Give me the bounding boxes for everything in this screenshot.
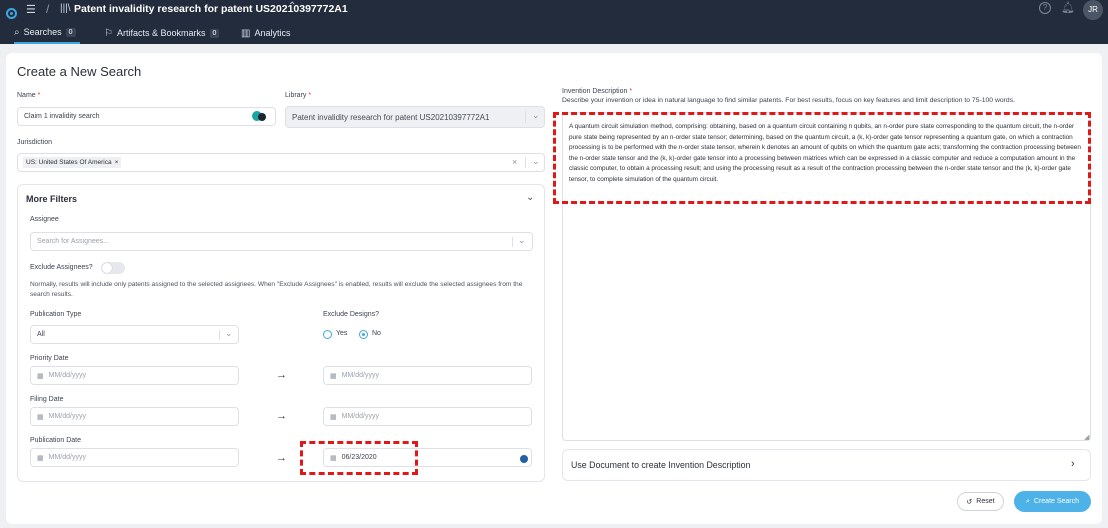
required-mark: * — [629, 88, 633, 95]
app-logo-icon[interactable] — [6, 8, 17, 19]
clear-date-icon[interactable] — [520, 455, 528, 463]
tab-label: Searches — [23, 27, 62, 37]
breadcrumb-separator: / — [46, 2, 50, 16]
tab-analytics[interactable]: ▥ Analytics — [241, 22, 290, 44]
library-icon: |||\ — [60, 3, 71, 14]
calendar-icon: ▦ — [330, 413, 337, 421]
jurisdiction-chip-label: US: United States Of America — [26, 159, 112, 166]
priority-date-from-input[interactable]: ▦ MM/dd/yyyy — [30, 366, 239, 385]
invention-description-hint: Describe your invention or idea in natur… — [562, 97, 1015, 104]
arrow-right-icon: → — [276, 369, 287, 381]
date-placeholder: MM/dd/yyyy — [48, 413, 86, 420]
arrow-right-icon: → — [276, 410, 287, 422]
name-input[interactable]: Claim 1 invalidity search — [17, 107, 276, 126]
library-label: Library * — [285, 92, 311, 99]
publication-type-value: All — [37, 331, 45, 338]
chevron-updown-icon[interactable]: ⌃ — [288, 1, 296, 12]
name-label-text: Name — [17, 92, 36, 99]
tab-badge: 0 — [65, 27, 76, 37]
chart-icon: ▥ — [241, 27, 251, 39]
use-document-label: Use Document to create Invention Descrip… — [571, 460, 751, 470]
library-select[interactable]: Patent invalidity research for patent US… — [285, 106, 545, 128]
publication-type-label: Publication Type — [30, 311, 82, 318]
exclude-designs-no-radio[interactable] — [359, 330, 368, 339]
library-value: Patent invalidity research for patent US… — [292, 112, 490, 122]
tab-label: Artifacts & Bookmarks — [116, 28, 206, 38]
calendar-icon: ▦ — [37, 413, 44, 421]
filing-date-to-input[interactable]: ▦ MM/dd/yyyy — [323, 407, 532, 426]
tab-badge: 0 — [209, 28, 220, 38]
chevron-down-icon[interactable]: ⌄ — [526, 192, 534, 203]
search-icon: ⌕ — [14, 26, 20, 38]
library-title[interactable]: Patent invalidity research for patent US… — [74, 3, 348, 15]
publication-date-label: Publication Date — [30, 437, 81, 444]
title-row: ☰ / |||\ Patent invalidity research for … — [0, 0, 1108, 22]
calendar-icon: ▦ — [330, 372, 337, 380]
reset-icon: ↺ — [966, 498, 973, 506]
chevron-down-icon[interactable]: ⌄ — [518, 235, 526, 246]
create-search-button[interactable]: ⌕ Create Search — [1014, 491, 1091, 512]
assignee-search-input[interactable]: Search for Assignees... — [30, 232, 533, 251]
reset-button[interactable]: ↺ Reset — [957, 492, 1004, 511]
exclude-designs-label: Exclude Designs? — [323, 311, 380, 318]
priority-date-to-input[interactable]: ▦ MM/dd/yyyy — [323, 366, 532, 385]
tab-searches[interactable]: ⌕ Searches 0 — [14, 22, 80, 44]
ai-assist-icon[interactable] — [252, 110, 270, 122]
assignee-label: Assignee — [30, 216, 59, 223]
date-placeholder: MM/dd/yyyy — [48, 372, 86, 379]
tab-label: Analytics — [254, 28, 291, 38]
exclude-designs-yes-radio[interactable] — [323, 330, 332, 339]
tab-artifacts-bookmarks[interactable]: ⚐ Artifacts & Bookmarks 0 — [104, 22, 220, 44]
chevron-down-icon[interactable]: ⌄ — [532, 110, 540, 121]
name-value: Claim 1 invalidity search — [24, 113, 100, 120]
bell-icon[interactable]: 🔔︎ — [1061, 1, 1075, 14]
filing-date-label: Filing Date — [30, 396, 64, 403]
publication-type-select[interactable]: All — [30, 325, 239, 344]
page-title: Create a New Search — [17, 64, 142, 79]
date-placeholder: MM/dd/yyyy — [48, 454, 86, 461]
clear-icon[interactable]: × — [512, 157, 517, 167]
chevron-down-icon[interactable]: ⌄ — [225, 328, 233, 339]
required-mark: * — [308, 92, 312, 99]
menu-icon[interactable]: ☰ — [26, 3, 36, 16]
chip-remove-icon[interactable]: × — [115, 159, 119, 166]
top-bar: ☰ / |||\ Patent invalidity research for … — [0, 0, 1108, 44]
filing-date-from-input[interactable]: ▦ MM/dd/yyyy — [30, 407, 239, 426]
chevron-down-icon[interactable]: ⌄ — [532, 156, 540, 167]
invention-description-label: Invention Description * — [562, 88, 632, 95]
resize-handle-icon[interactable]: ◢ — [1084, 433, 1089, 441]
calendar-icon: ▦ — [37, 372, 44, 380]
highlight-box — [300, 441, 418, 475]
jurisdiction-label: Jurisdiction — [17, 139, 53, 146]
library-label-text: Library — [285, 92, 307, 99]
bookmark-icon: ⚐ — [104, 27, 113, 39]
chevron-right-icon[interactable]: › — [1071, 458, 1075, 470]
highlight-box — [553, 112, 1091, 204]
more-filters-title[interactable]: More Filters — [26, 194, 77, 204]
priority-date-label: Priority Date — [30, 355, 69, 362]
reset-button-label: Reset — [976, 498, 995, 505]
exclude-assignees-note: Normally, results will include only pate… — [30, 281, 523, 298]
exclude-assignees-toggle[interactable] — [101, 262, 125, 274]
date-placeholder: MM/dd/yyyy — [341, 413, 379, 420]
exclude-designs-no-label: No — [372, 330, 381, 337]
publication-date-from-input[interactable]: ▦ MM/dd/yyyy — [30, 448, 239, 467]
required-mark: * — [37, 92, 41, 99]
tab-bar: ⌕ Searches 0 ⚐ Artifacts & Bookmarks 0 ▥… — [0, 22, 1108, 44]
jurisdiction-chip: US: United States Of America × — [23, 157, 122, 168]
help-icon[interactable]: ? — [1039, 2, 1051, 14]
create-search-label: Create Search — [1033, 498, 1080, 505]
invention-label-text: Invention Description — [562, 88, 628, 95]
search-icon: ⌕ — [1025, 497, 1030, 505]
avatar[interactable]: JR — [1083, 0, 1103, 20]
exclude-assignees-label: Exclude Assignees? — [30, 264, 93, 271]
arrow-right-icon: → — [276, 452, 287, 464]
date-placeholder: MM/dd/yyyy — [341, 372, 379, 379]
calendar-icon: ▦ — [37, 454, 44, 462]
exclude-designs-yes-label: Yes — [336, 330, 348, 337]
assignee-placeholder: Search for Assignees... — [37, 238, 109, 245]
name-label: Name * — [17, 92, 40, 99]
